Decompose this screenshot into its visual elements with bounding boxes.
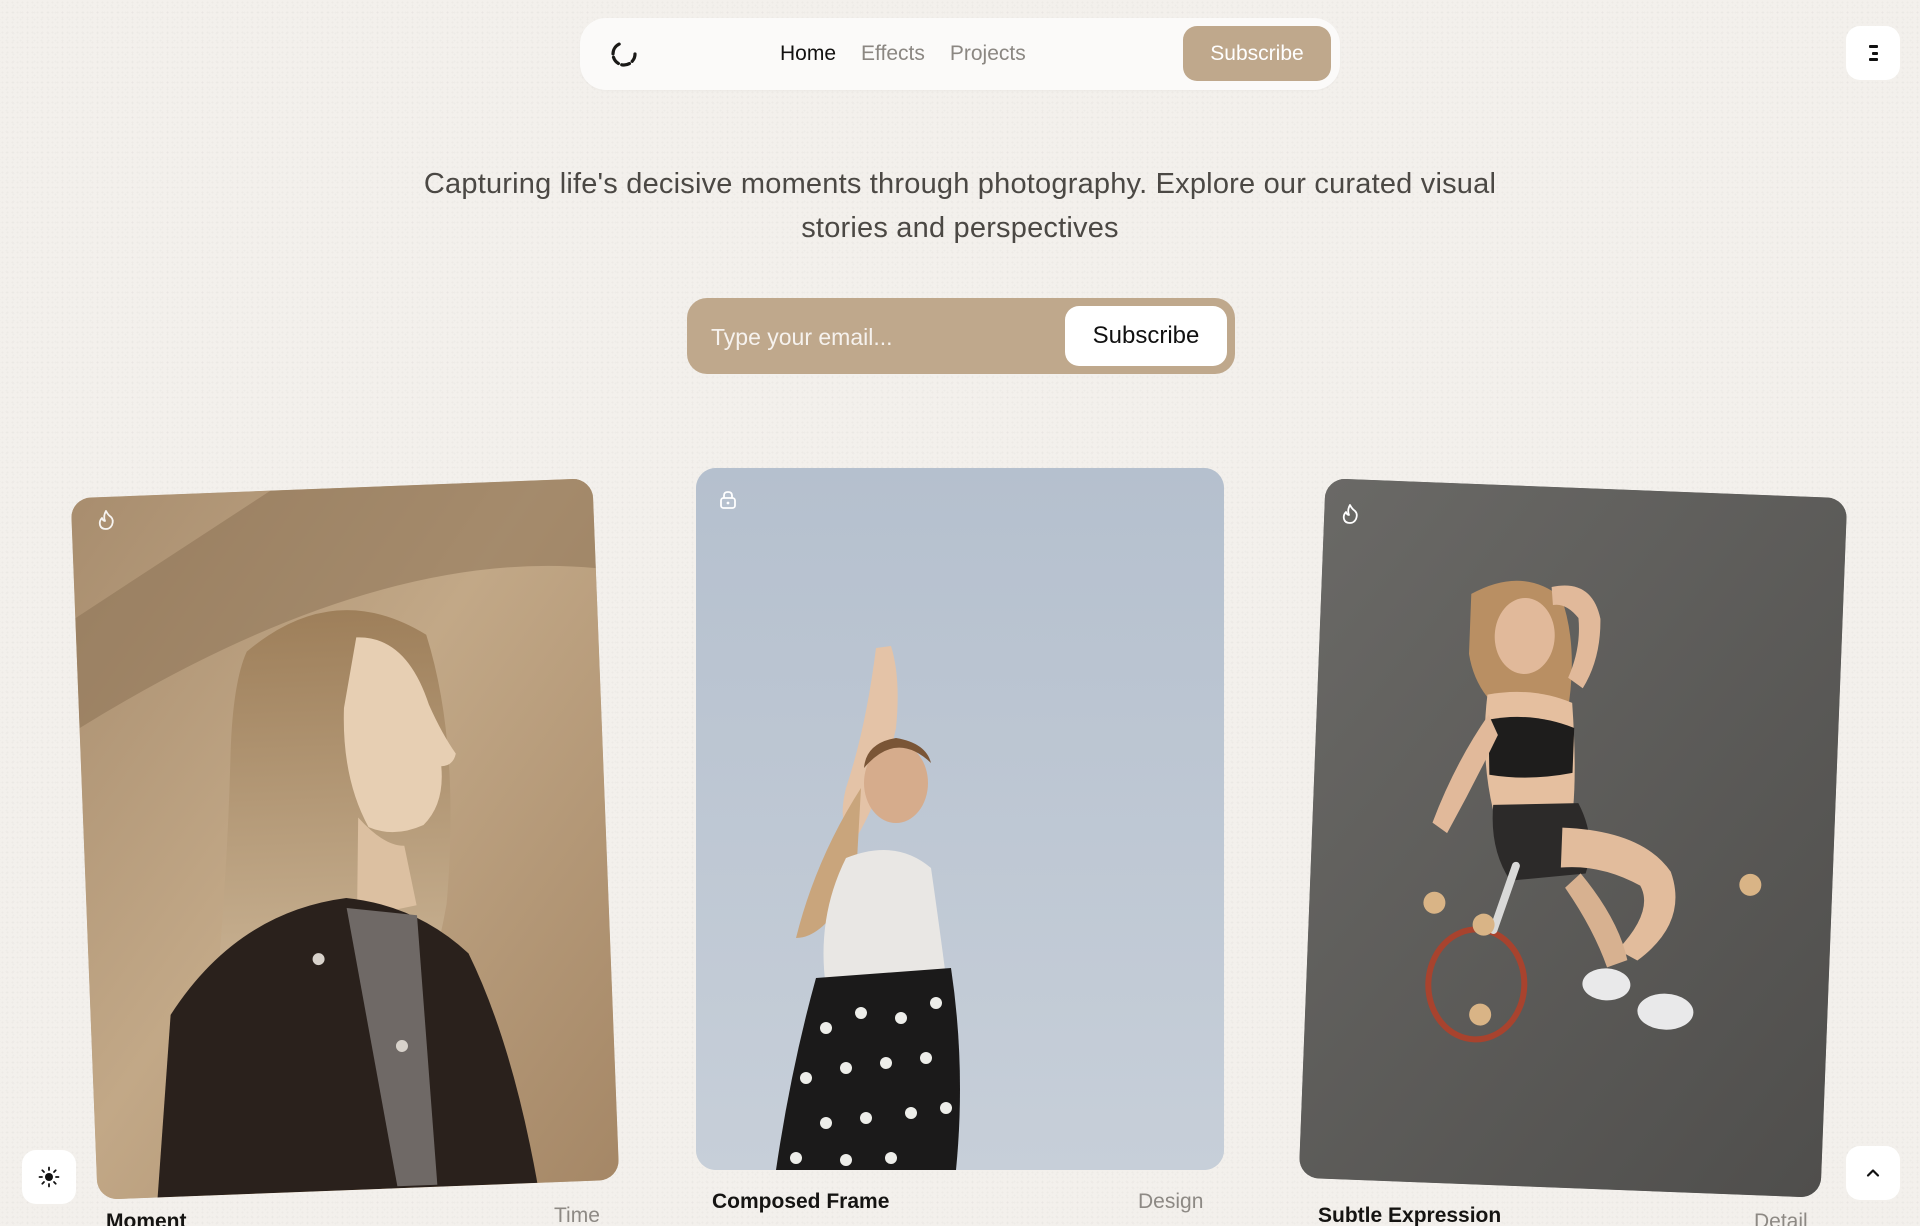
theme-toggle-button[interactable] (22, 1150, 76, 1204)
sun-icon (38, 1166, 60, 1188)
nav-link-projects[interactable]: Projects (950, 42, 1026, 66)
flame-icon (98, 510, 114, 530)
scroll-top-button[interactable] (1846, 1146, 1900, 1200)
card-title-moment: Moment (106, 1210, 187, 1226)
card-title-composed-frame: Composed Frame (712, 1190, 890, 1213)
nav-link-home[interactable]: Home (780, 42, 836, 66)
card-tag-detail: Detail (1754, 1210, 1808, 1226)
photo-woman-blue-sky (696, 468, 1224, 1170)
flame-icon (1342, 504, 1358, 524)
top-navigation: Home Effects Projects Subscribe (580, 18, 1340, 90)
menu-button[interactable] (1846, 26, 1900, 80)
lock-icon (720, 491, 736, 509)
subscribe-form: Subscribe (687, 298, 1235, 374)
card-photo-subtle-expression[interactable] (1298, 478, 1848, 1198)
spinner-logo-icon[interactable] (610, 40, 638, 68)
chevron-up-icon (1866, 1169, 1880, 1177)
photo-woman-leather-jacket (70, 478, 620, 1200)
menu-icon (1868, 45, 1878, 61)
card-photo-moment[interactable] (70, 478, 620, 1200)
nav-subscribe-button[interactable]: Subscribe (1183, 26, 1331, 81)
nav-link-effects[interactable]: Effects (861, 42, 925, 66)
email-subscribe-button[interactable]: Subscribe (1065, 306, 1227, 366)
email-input[interactable] (709, 314, 1033, 360)
card-title-subtle-expression: Subtle Expression (1318, 1204, 1502, 1226)
card-photo-composed-frame[interactable] (696, 468, 1224, 1170)
nav-links: Home Effects Projects (780, 18, 1026, 90)
photo-woman-tennis-court (1298, 478, 1848, 1198)
hero-tagline: Capturing life's decisive moments throug… (423, 168, 1497, 244)
card-tag-time: Time (554, 1204, 600, 1226)
card-tag-design: Design (1138, 1190, 1204, 1213)
